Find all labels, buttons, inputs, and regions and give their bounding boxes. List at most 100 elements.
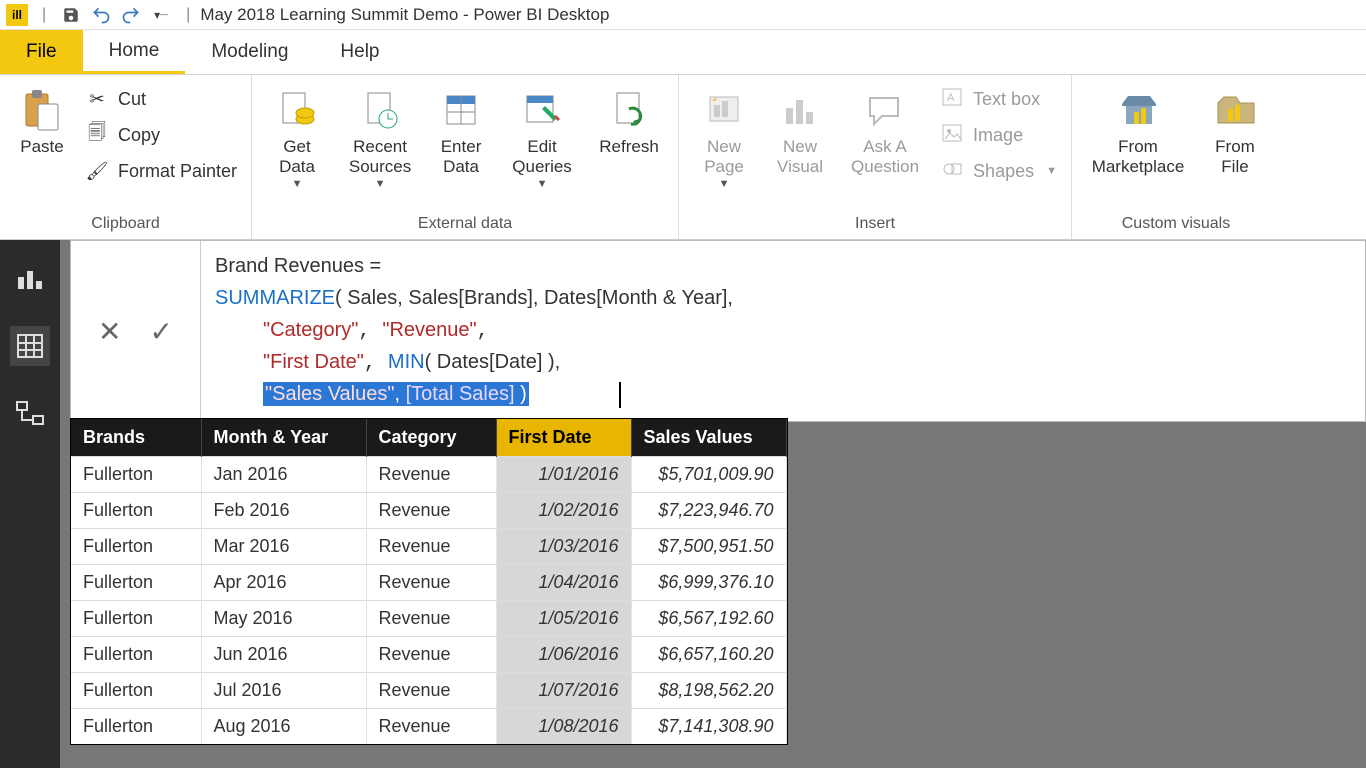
edit-queries-button[interactable]: Edit Queries ▼ (500, 81, 584, 190)
redo-icon[interactable] (120, 4, 142, 26)
table-cell: $6,999,376.10 (631, 565, 786, 601)
table-cell: Jul 2016 (201, 673, 366, 709)
formula-text: ( Dates[Date] ), (425, 351, 561, 373)
table-cell: 1/02/2016 (496, 493, 631, 529)
format-painter-button[interactable]: 🖌 Format Painter (80, 153, 241, 189)
paste-label: Paste (20, 137, 63, 157)
new-page-label: New Page (704, 137, 744, 176)
column-header[interactable]: Sales Values (631, 419, 786, 457)
table-cell: 1/07/2016 (496, 673, 631, 709)
insert-small-buttons: A Text box Image Shapes ▼ (935, 81, 1061, 189)
from-file-label: From File (1215, 137, 1255, 176)
shapes-label: Shapes (973, 161, 1034, 182)
tab-help[interactable]: Help (314, 30, 405, 74)
ribbon-tabs: File Home Modeling Help (0, 30, 1366, 75)
window-title: May 2018 Learning Summit Demo - Power BI… (200, 5, 609, 25)
column-header[interactable]: First Date (496, 419, 631, 457)
table-cell: Revenue (366, 457, 496, 493)
formula-text: "Category" (263, 319, 358, 341)
text-box-icon: A (939, 88, 965, 111)
recent-sources-button[interactable]: Recent Sources ▼ (338, 81, 422, 190)
cancel-formula-button[interactable]: ✕ (98, 315, 121, 348)
tab-modeling[interactable]: Modeling (185, 30, 314, 74)
document-clock-icon (362, 87, 398, 133)
table-row[interactable]: FullertonJan 2016Revenue1/01/2016$5,701,… (71, 457, 786, 493)
table-row[interactable]: FullertonMar 2016Revenue1/03/2016$7,500,… (71, 529, 786, 565)
table-cell: Fullerton (71, 565, 201, 601)
refresh-label: Refresh (599, 137, 659, 157)
table-pencil-icon (523, 87, 561, 133)
data-view-button[interactable] (10, 326, 50, 366)
image-label: Image (973, 125, 1023, 146)
text-box-button: A Text box (935, 81, 1061, 117)
formula-text: Brand Revenues = (215, 255, 381, 277)
table-cell: 1/04/2016 (496, 565, 631, 601)
shapes-button: Shapes ▼ (935, 153, 1061, 189)
table-cell: Apr 2016 (201, 565, 366, 601)
group-label: Insert (689, 211, 1061, 239)
qat-dropdown-icon[interactable]: ▾— (150, 4, 172, 26)
table-row[interactable]: FullertonJul 2016Revenue1/07/2016$8,198,… (71, 673, 786, 709)
app-icon[interactable]: ill (6, 4, 28, 26)
copy-button[interactable]: 🗐 Copy (80, 117, 241, 153)
image-button: Image (935, 117, 1061, 153)
formula-text: MIN (388, 351, 425, 373)
copy-icon: 🗐 (84, 120, 110, 150)
table-cell: $7,223,946.70 (631, 493, 786, 529)
new-visual-button: New Visual (765, 81, 835, 176)
separator: | (186, 6, 190, 24)
table-header-row: BrandsMonth & YearCategoryFirst DateSale… (71, 419, 786, 457)
refresh-button[interactable]: Refresh (590, 81, 668, 157)
from-marketplace-label: From Marketplace (1092, 137, 1185, 176)
from-file-button[interactable]: From File (1200, 81, 1270, 176)
table-cell: Jan 2016 (201, 457, 366, 493)
refresh-icon (611, 87, 647, 133)
separator: | (42, 6, 46, 24)
table-cell: Fullerton (71, 673, 201, 709)
table-row[interactable]: FullertonJun 2016Revenue1/06/2016$6,657,… (71, 637, 786, 673)
tab-home[interactable]: Home (83, 30, 186, 74)
marketplace-icon (1116, 87, 1160, 133)
table-body: FullertonJan 2016Revenue1/01/2016$5,701,… (71, 457, 786, 745)
text-cursor (619, 382, 621, 408)
column-header[interactable]: Brands (71, 419, 201, 457)
column-header[interactable]: Category (366, 419, 496, 457)
table-cell: $6,657,160.20 (631, 637, 786, 673)
formula-bar: ✕ ✓ Brand Revenues = SUMMARIZE( Sales, S… (70, 240, 1366, 422)
shapes-icon (939, 160, 965, 183)
formula-editor[interactable]: Brand Revenues = SUMMARIZE( Sales, Sales… (201, 241, 1365, 421)
column-header[interactable]: Month & Year (201, 419, 366, 457)
save-icon[interactable] (60, 4, 82, 26)
table-row[interactable]: FullertonApr 2016Revenue1/04/2016$6,999,… (71, 565, 786, 601)
svg-text:A: A (947, 92, 955, 104)
cut-button[interactable]: ✂ Cut (80, 81, 241, 117)
table-cell: Fullerton (71, 529, 201, 565)
paste-button[interactable]: Paste (10, 81, 74, 157)
scissors-icon: ✂ (84, 89, 110, 110)
formula-text: [Total Sales] (406, 383, 515, 405)
table-cell: $7,141,308.90 (631, 709, 786, 745)
paintbrush-icon: 🖌 (84, 161, 110, 182)
table-cell: $6,567,192.60 (631, 601, 786, 637)
table-row[interactable]: FullertonAug 2016Revenue1/08/2016$7,141,… (71, 709, 786, 745)
table-row[interactable]: FullertonMay 2016Revenue1/05/2016$6,567,… (71, 601, 786, 637)
ask-a-question-button: Ask A Question (841, 81, 929, 176)
accept-formula-button[interactable]: ✓ (150, 315, 173, 348)
table-cell: Fullerton (71, 637, 201, 673)
model-view-button[interactable] (10, 394, 50, 434)
table-cell: Jun 2016 (201, 637, 366, 673)
ribbon: Paste ✂ Cut 🗐 Copy 🖌 Format Painter Clip… (0, 75, 1366, 240)
edit-queries-label: Edit Queries (512, 137, 572, 176)
from-marketplace-button[interactable]: From Marketplace (1082, 81, 1194, 176)
get-data-button[interactable]: Get Data ▼ (262, 81, 332, 190)
table-cell: 1/01/2016 (496, 457, 631, 493)
view-rail (0, 240, 60, 768)
enter-data-button[interactable]: Enter Data (428, 81, 494, 176)
report-view-button[interactable] (10, 258, 50, 298)
table-row[interactable]: FullertonFeb 2016Revenue1/02/2016$7,223,… (71, 493, 786, 529)
undo-icon[interactable] (90, 4, 112, 26)
tab-file[interactable]: File (0, 30, 83, 74)
bar-chart-icon (782, 87, 818, 133)
enter-data-label: Enter Data (441, 137, 482, 176)
formula-text: "Revenue" (382, 319, 476, 341)
